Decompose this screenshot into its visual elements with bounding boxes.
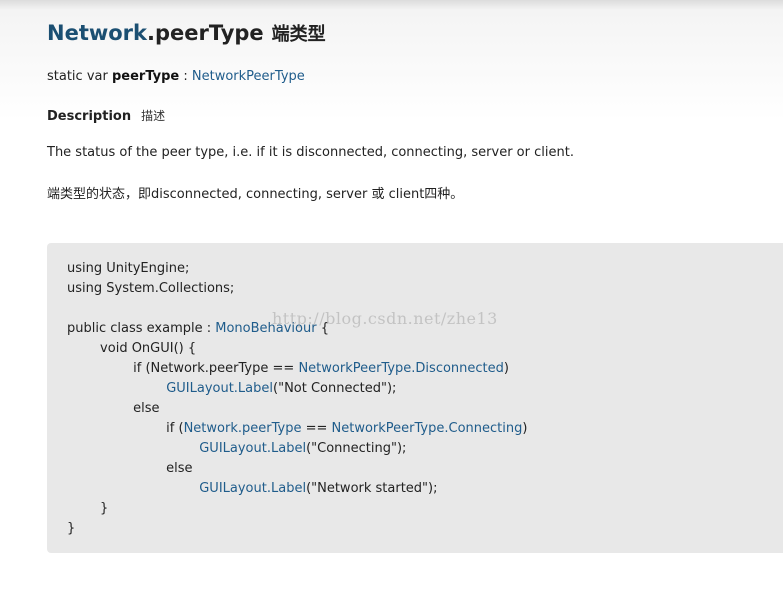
code-text: ) [503,361,509,376]
code-text: using UnityEngine; [67,261,190,276]
code-text: ("Not Connected"); [273,381,397,396]
code-text: public class example : [67,321,216,336]
signature-prefix: static var [47,69,112,84]
code-text: } [67,521,76,536]
code-api-link[interactable]: Network.peerType [184,421,302,436]
code-text: else [67,401,160,416]
watermark: http://blog.csdn.net/zhe13 [272,309,498,328]
code-line: using System.Collections; [67,279,527,299]
description-heading-label: Description [47,109,132,124]
code-api-link[interactable]: GUILayout.Label [166,381,273,396]
title-member-name: .peerType [147,21,264,45]
code-text: void OnGUI() { [67,341,197,356]
code-example-box: using UnityEngine; using System.Collectio… [47,243,783,553]
member-signature: static var peerType : NetworkPeerType [47,69,305,84]
code-text: == [301,421,332,436]
code-line: if (Network.peerType == NetworkPeerType.… [67,419,527,439]
code-line: else [67,399,527,419]
code-text: ("Connecting"); [306,441,407,456]
title-cjk: 端类型 [271,24,326,45]
signature-name: peerType [111,69,180,84]
code-text: } [67,501,109,516]
code-line: GUILayout.Label("Connecting"); [67,439,527,459]
code-text: ("Network started"); [306,481,438,496]
code-block: using UnityEngine; using System.Collectio… [67,259,527,539]
code-line: using UnityEngine; [67,259,527,279]
code-line: GUILayout.Label("Network started"); [67,479,527,499]
signature-type-link[interactable]: NetworkPeerType [192,69,305,84]
description-heading: Description 描述 [47,107,165,124]
code-line: } [67,499,527,519]
code-line: } [67,519,527,539]
code-api-link[interactable]: NetworkPeerType.Connecting [332,421,523,436]
page-title: Network.peerType 端类型 [47,20,326,46]
code-text: if (Network.peerType == [67,361,299,376]
code-api-link[interactable]: NetworkPeerType.Disconnected [298,361,503,376]
code-text: using System.Collections; [67,281,235,296]
signature-separator: : [179,69,192,84]
code-text: ) [522,421,528,436]
description-text-cjk: 端类型的状态，即disconnected, connecting, server… [47,187,464,202]
code-text: if ( [67,421,184,436]
title-class-link[interactable]: Network [47,21,147,45]
code-api-link[interactable]: GUILayout.Label [199,481,306,496]
code-api-link[interactable]: GUILayout.Label [199,441,306,456]
code-line: GUILayout.Label("Not Connected"); [67,379,527,399]
code-line: else [67,459,527,479]
description-heading-cjk: 描述 [141,109,166,123]
description-text-en: The status of the peer type, i.e. if it … [47,145,574,160]
code-line: void OnGUI() { [67,339,527,359]
code-line: if (Network.peerType == NetworkPeerType.… [67,359,527,379]
code-text: else [67,461,193,476]
